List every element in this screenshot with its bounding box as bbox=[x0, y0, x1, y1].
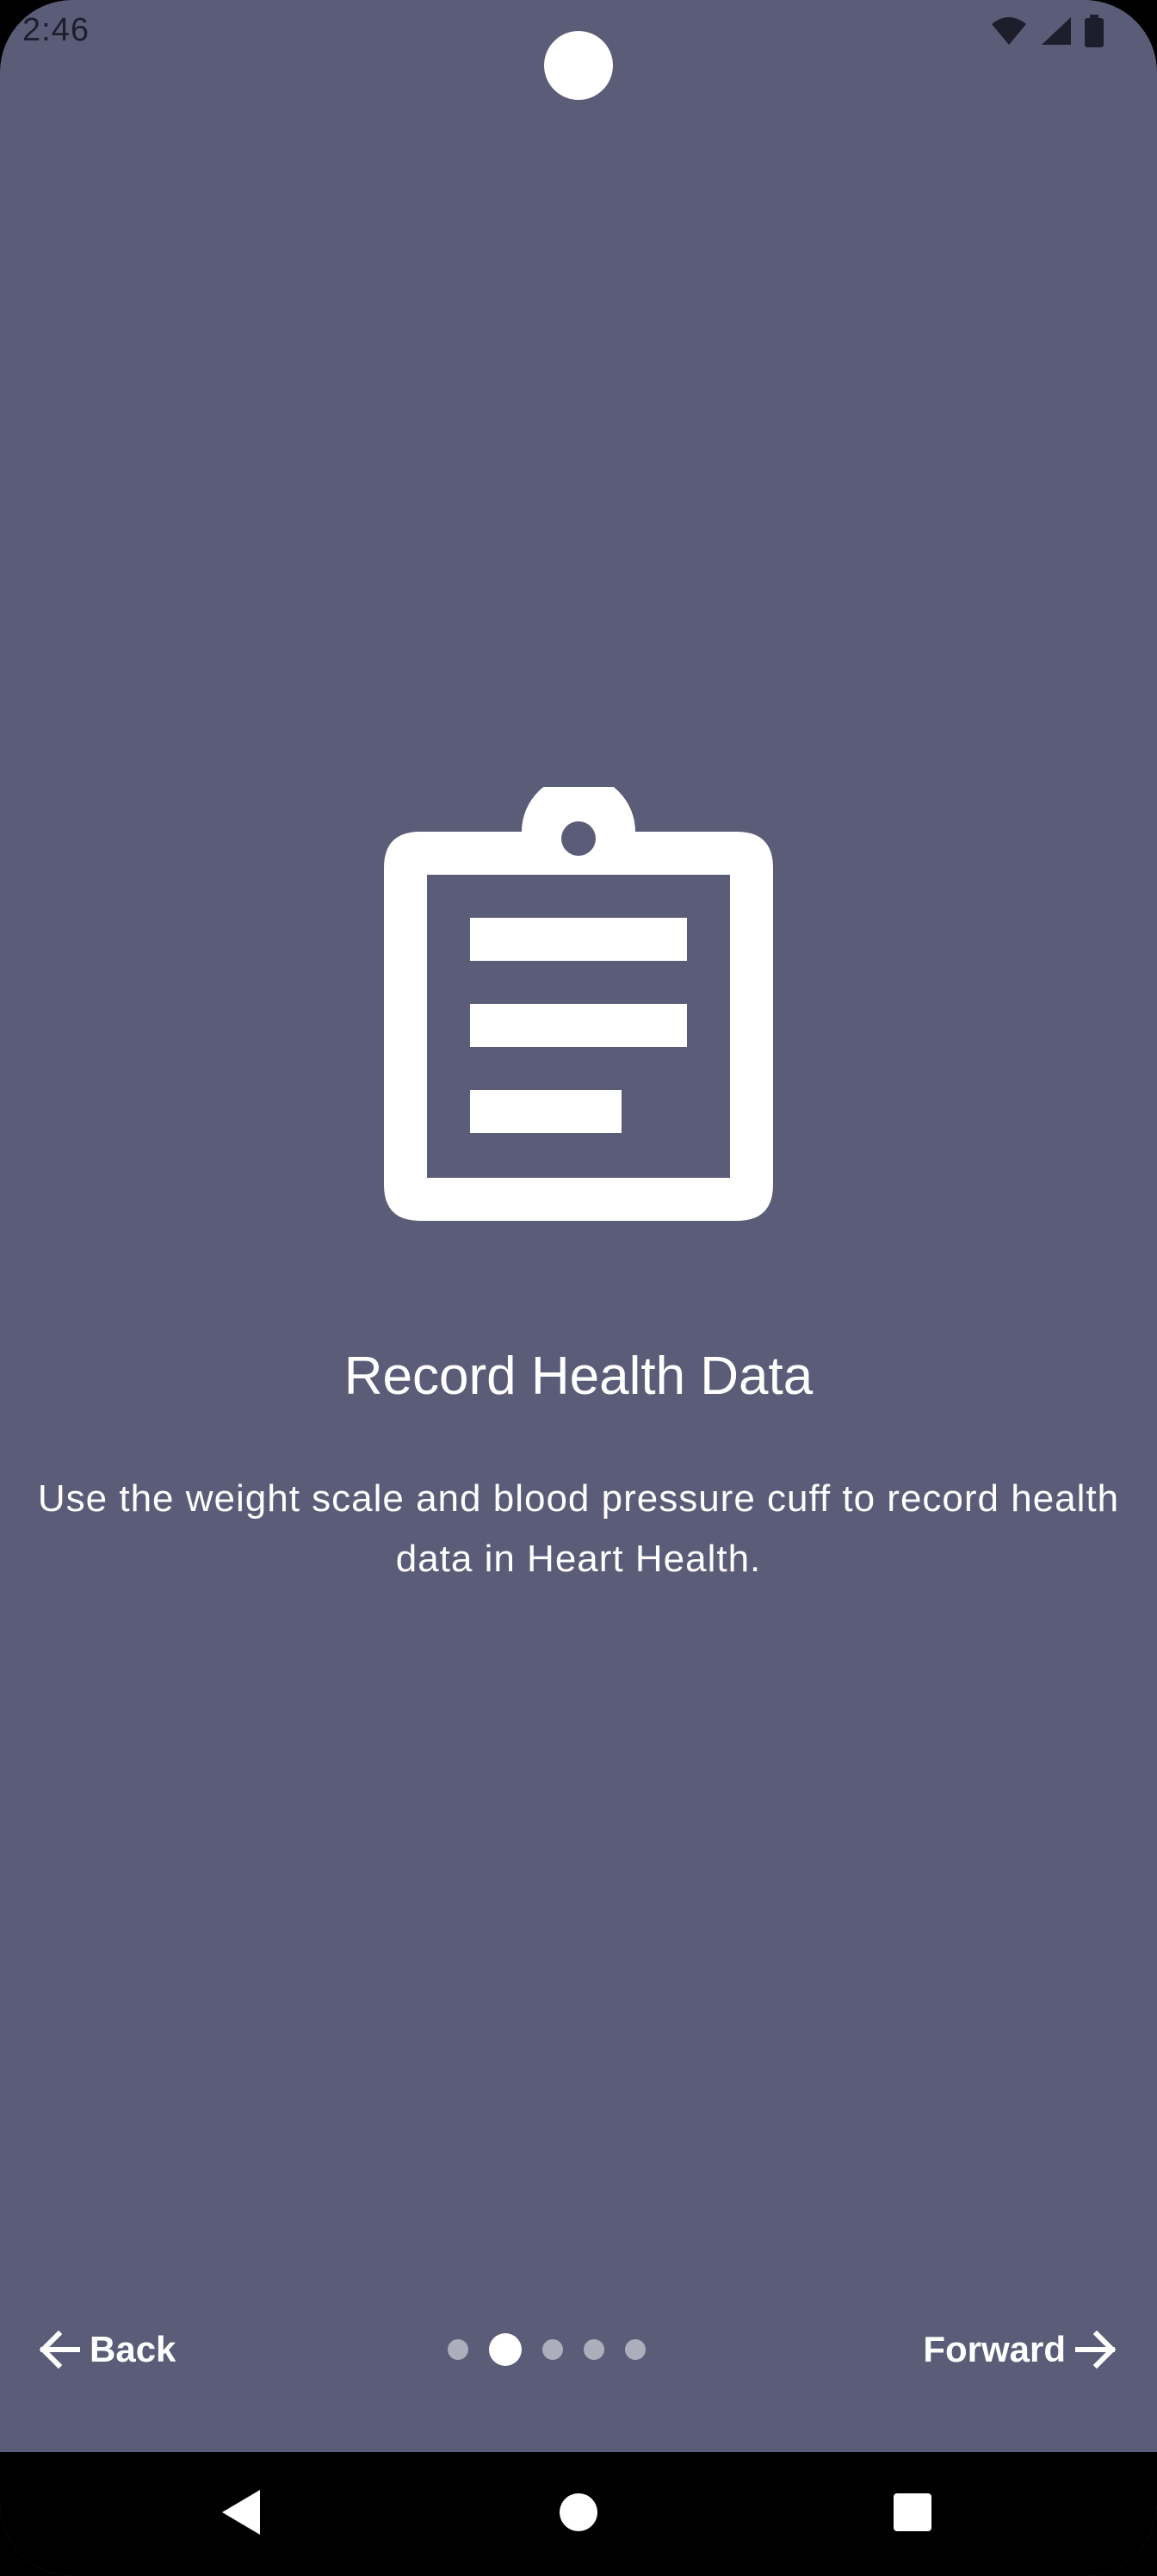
page-dot-3[interactable] bbox=[542, 2339, 563, 2360]
wifi-icon bbox=[992, 17, 1026, 45]
arrow-left-icon bbox=[39, 2330, 80, 2369]
forward-button[interactable]: Forward bbox=[923, 2307, 1117, 2392]
page-dot-2-active[interactable] bbox=[489, 2333, 522, 2366]
status-time: 2:46 bbox=[22, 12, 90, 48]
back-button[interactable]: Back bbox=[38, 2307, 176, 2392]
clipboard-icon bbox=[384, 787, 773, 1221]
page-dot-1[interactable] bbox=[448, 2339, 468, 2360]
onboarding-navigation: Back Forward bbox=[0, 2307, 1157, 2392]
home-circle-icon[interactable] bbox=[553, 2486, 604, 2538]
forward-button-label: Forward bbox=[923, 2329, 1066, 2369]
onboarding-screen: 2:46 Record Health Data Use the weight s… bbox=[0, 0, 1157, 2576]
signal-icon bbox=[1042, 17, 1071, 45]
page-dot-4[interactable] bbox=[584, 2339, 604, 2360]
status-icons bbox=[990, 14, 1104, 48]
page-description: Use the weight scale and blood pressure … bbox=[37, 1477, 1120, 1580]
battery-icon bbox=[1085, 15, 1104, 47]
system-navigation-bar bbox=[0, 2452, 1157, 2576]
page-dot-5[interactable] bbox=[625, 2339, 646, 2360]
camera-cutout bbox=[544, 31, 613, 100]
recents-square-icon[interactable] bbox=[887, 2486, 938, 2538]
back-triangle-icon[interactable] bbox=[215, 2486, 267, 2538]
page-indicator bbox=[448, 2307, 671, 2392]
page-title: Record Health Data bbox=[343, 1347, 814, 1406]
arrow-right-icon bbox=[1075, 2330, 1117, 2369]
back-button-label: Back bbox=[90, 2329, 176, 2369]
